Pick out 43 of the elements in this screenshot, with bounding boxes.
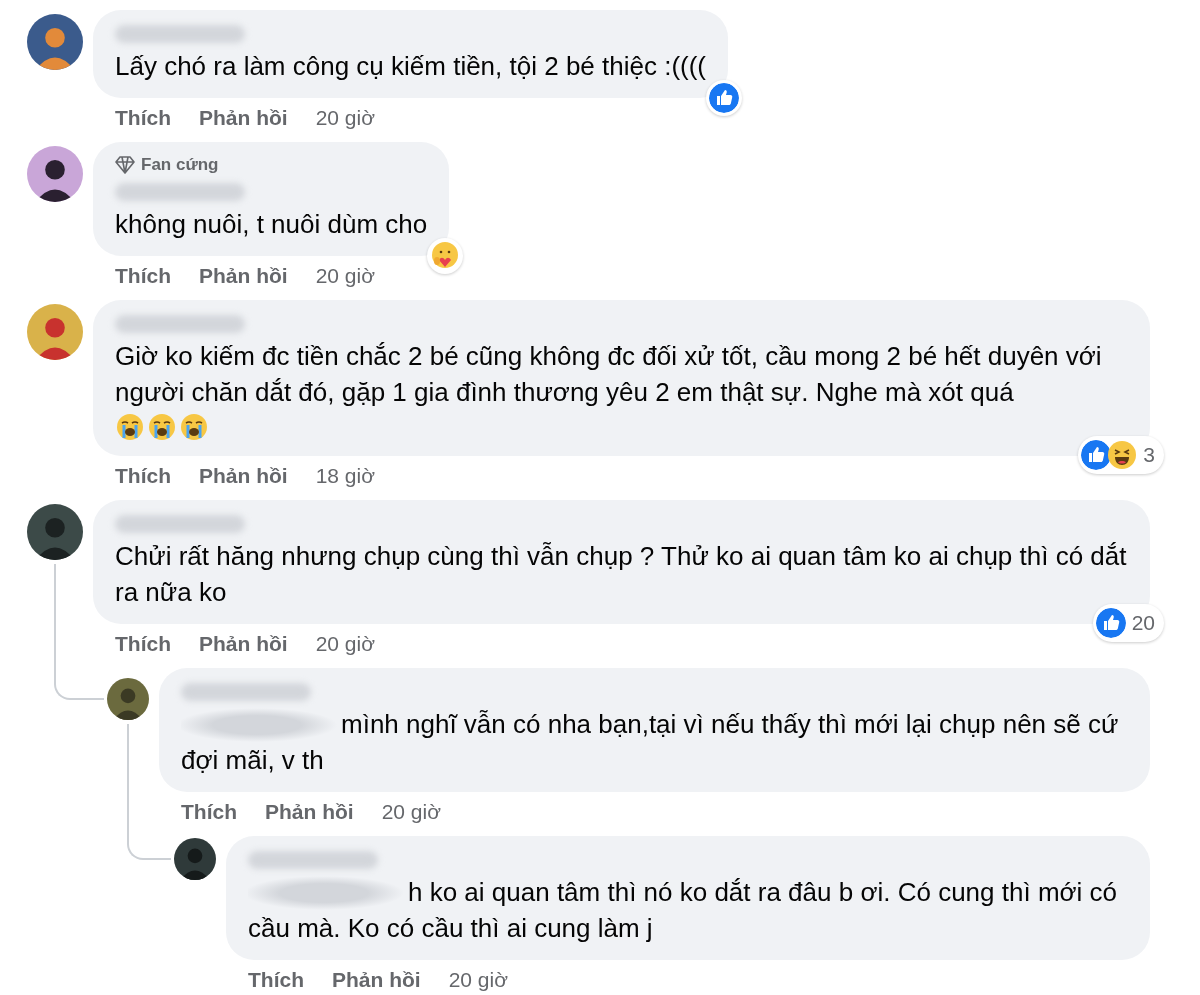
diamond-icon bbox=[115, 155, 135, 174]
crying-emoji-icon bbox=[115, 411, 145, 442]
reaction-summary[interactable]: 20 bbox=[1092, 604, 1164, 642]
avatar[interactable] bbox=[174, 837, 216, 880]
like-link[interactable]: Thích bbox=[248, 963, 304, 995]
like-link[interactable]: Thích bbox=[115, 459, 171, 492]
laughing-reaction-icon bbox=[1107, 439, 1138, 470]
reaction-summary[interactable] bbox=[706, 80, 743, 116]
like-link[interactable]: Thích bbox=[181, 795, 237, 828]
avatar[interactable] bbox=[27, 14, 83, 70]
comment-text: không nuôi, t nuôi dùm cho bbox=[115, 207, 428, 241]
reply-link[interactable]: Phản hồi bbox=[199, 459, 288, 492]
reply-link[interactable]: Phản hồi bbox=[332, 963, 421, 995]
timestamp[interactable]: 20 giờ bbox=[381, 795, 441, 828]
avatar[interactable] bbox=[107, 677, 149, 720]
reaction-count: 20 bbox=[1130, 610, 1156, 636]
like-reaction-icon bbox=[1095, 607, 1126, 638]
timestamp[interactable]: 18 giờ bbox=[315, 459, 375, 492]
timestamp[interactable]: 20 giờ bbox=[315, 259, 375, 292]
thread-connector bbox=[127, 831, 171, 860]
reply-link[interactable]: Phản hồi bbox=[199, 102, 288, 134]
comment-text: Giờ ko kiếm đc tiền chắc 2 bé cũng không đc đối xử tốt, cầu mong 2 bé hết duyên với người chăn dắt đó, gặp 1 gia đình thương yêu 2 em thật sự. Nghe mà xót quá bbox=[115, 339, 1103, 409]
timestamp[interactable]: 20 giờ bbox=[315, 102, 375, 134]
reaction-count: 3 bbox=[1142, 442, 1156, 468]
crying-emoji-icon bbox=[179, 411, 209, 442]
thread-connector bbox=[54, 663, 104, 700]
reaction-summary[interactable]: 3 bbox=[1078, 436, 1164, 474]
reaction-summary[interactable] bbox=[427, 237, 464, 274]
like-link[interactable]: Thích bbox=[115, 259, 171, 292]
fan-badge-text: Fan cứng bbox=[141, 154, 219, 176]
reply-link[interactable]: Phản hồi bbox=[265, 795, 354, 828]
timestamp[interactable]: 20 giờ bbox=[315, 627, 375, 660]
like-reaction-icon bbox=[709, 83, 740, 113]
like-reaction-icon bbox=[1081, 439, 1112, 470]
timestamp[interactable]: 20 giờ bbox=[448, 963, 508, 995]
crying-emoji-icon bbox=[147, 411, 177, 442]
comment-text: Lấy chó ra làm công cụ kiếm tiền, tội 2 bé thiệc :(((( bbox=[115, 50, 707, 83]
like-link[interactable]: Thích bbox=[115, 627, 171, 660]
avatar[interactable] bbox=[27, 146, 83, 202]
reply-link[interactable]: Phản hồi bbox=[199, 259, 288, 292]
like-link[interactable]: Thích bbox=[115, 102, 171, 134]
reply-link[interactable]: Phản hồi bbox=[199, 627, 288, 660]
hugging-heart-reaction-icon bbox=[430, 240, 461, 271]
